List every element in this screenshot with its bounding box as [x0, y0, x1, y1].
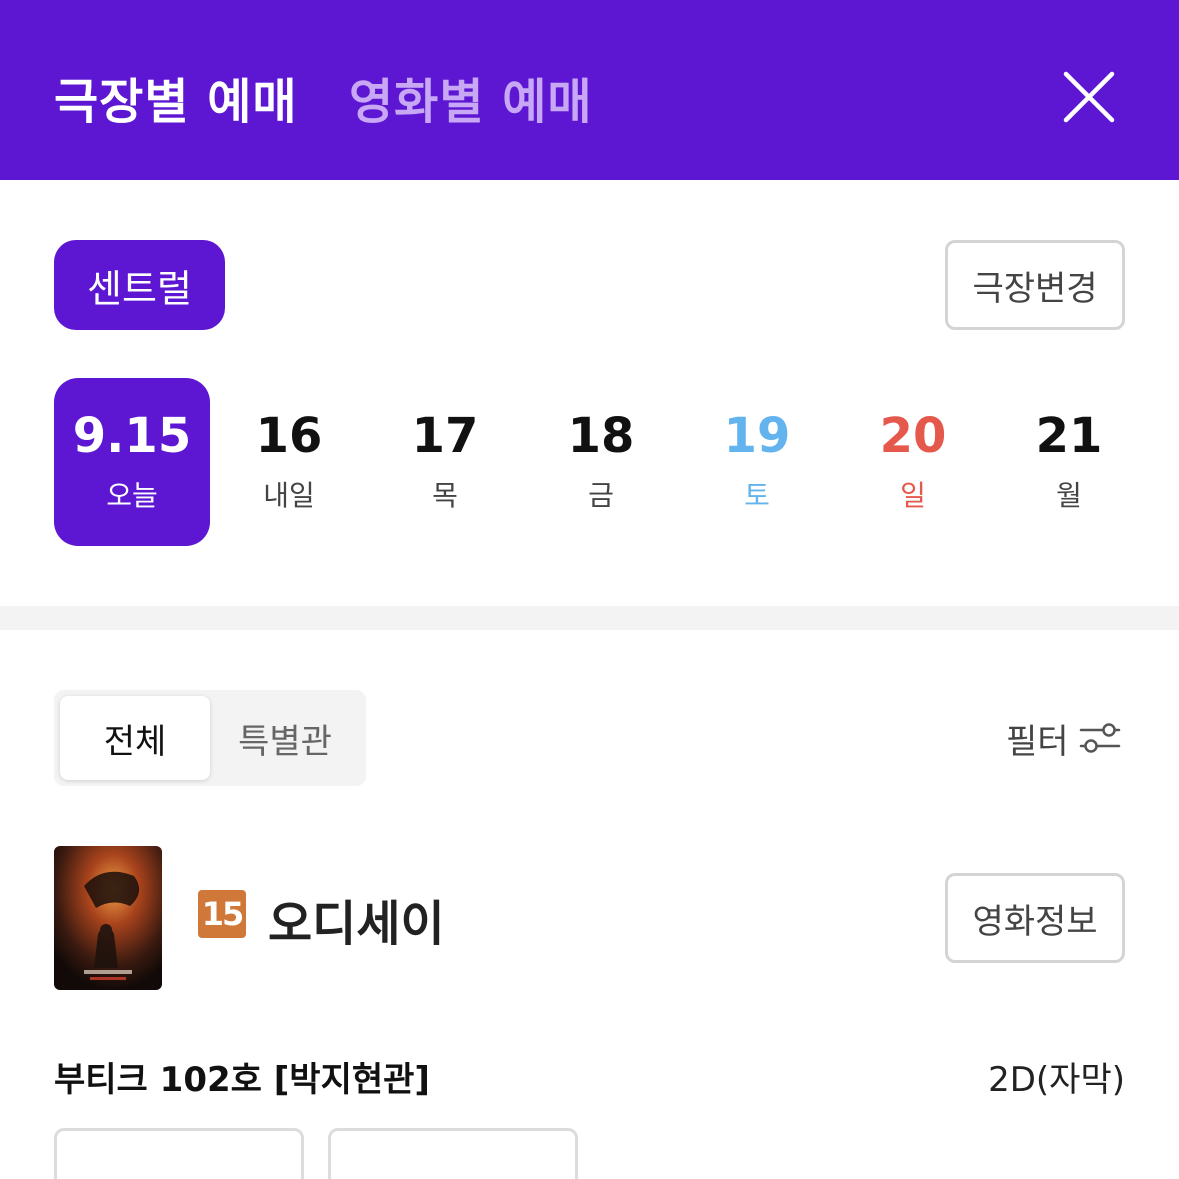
date-number: 21	[1035, 408, 1103, 464]
date-number: 9.15	[72, 408, 192, 464]
showtime-slot[interactable]	[328, 1128, 578, 1179]
tab-movie-booking[interactable]: 영화별 예매	[349, 62, 593, 132]
date-weekday: 오늘	[106, 479, 158, 512]
date-number: 19	[723, 408, 791, 464]
selected-theater-chip[interactable]: 센트럴	[54, 240, 225, 330]
date-weekday: 월	[1056, 479, 1082, 512]
age-rating-badge: 15	[198, 890, 246, 938]
top-header: 극장별 예매 영화별 예매	[0, 0, 1179, 180]
date-item[interactable]: 21 월	[991, 378, 1147, 546]
hall-type-segment: 전체 특별관	[54, 690, 366, 786]
date-item[interactable]: 17 목	[367, 378, 523, 546]
date-weekday: 일	[900, 479, 926, 512]
date-number: 18	[567, 408, 635, 464]
filter-label: 필터	[1006, 721, 1069, 762]
date-item-saturday[interactable]: 19 토	[679, 378, 835, 546]
screen-hall-name: 부티크 102호 [박지현관]	[54, 1060, 430, 1100]
screen-format: 2D(자막)	[988, 1060, 1125, 1100]
date-weekday: 목	[432, 479, 458, 512]
change-theater-button[interactable]: 극장변경	[945, 240, 1125, 330]
date-item[interactable]: 18 금	[523, 378, 679, 546]
date-number: 16	[255, 408, 323, 464]
section-divider	[0, 606, 1179, 630]
date-item-sunday[interactable]: 20 일	[835, 378, 991, 546]
movie-title: 오디세이	[268, 896, 445, 952]
movie-info-button[interactable]: 영화정보	[945, 873, 1125, 963]
segment-all[interactable]: 전체	[60, 696, 210, 780]
movie-poster[interactable]	[54, 846, 162, 990]
tab-theater-booking[interactable]: 극장별 예매	[54, 62, 298, 132]
date-number: 20	[879, 408, 947, 464]
showtime-slot[interactable]	[54, 1128, 304, 1179]
date-item-today[interactable]: 9.15 오늘	[54, 378, 210, 546]
sliders-icon	[1079, 723, 1120, 753]
date-weekday: 내일	[263, 479, 315, 512]
date-item[interactable]: 16 내일	[211, 378, 367, 546]
filter-button[interactable]: 필터	[1006, 712, 1121, 764]
close-button[interactable]	[1060, 68, 1118, 126]
close-icon	[1063, 71, 1115, 123]
date-number: 17	[411, 408, 479, 464]
date-weekday: 토	[744, 479, 770, 512]
date-weekday: 금	[588, 479, 614, 512]
segment-special-hall[interactable]: 특별관	[210, 696, 360, 780]
